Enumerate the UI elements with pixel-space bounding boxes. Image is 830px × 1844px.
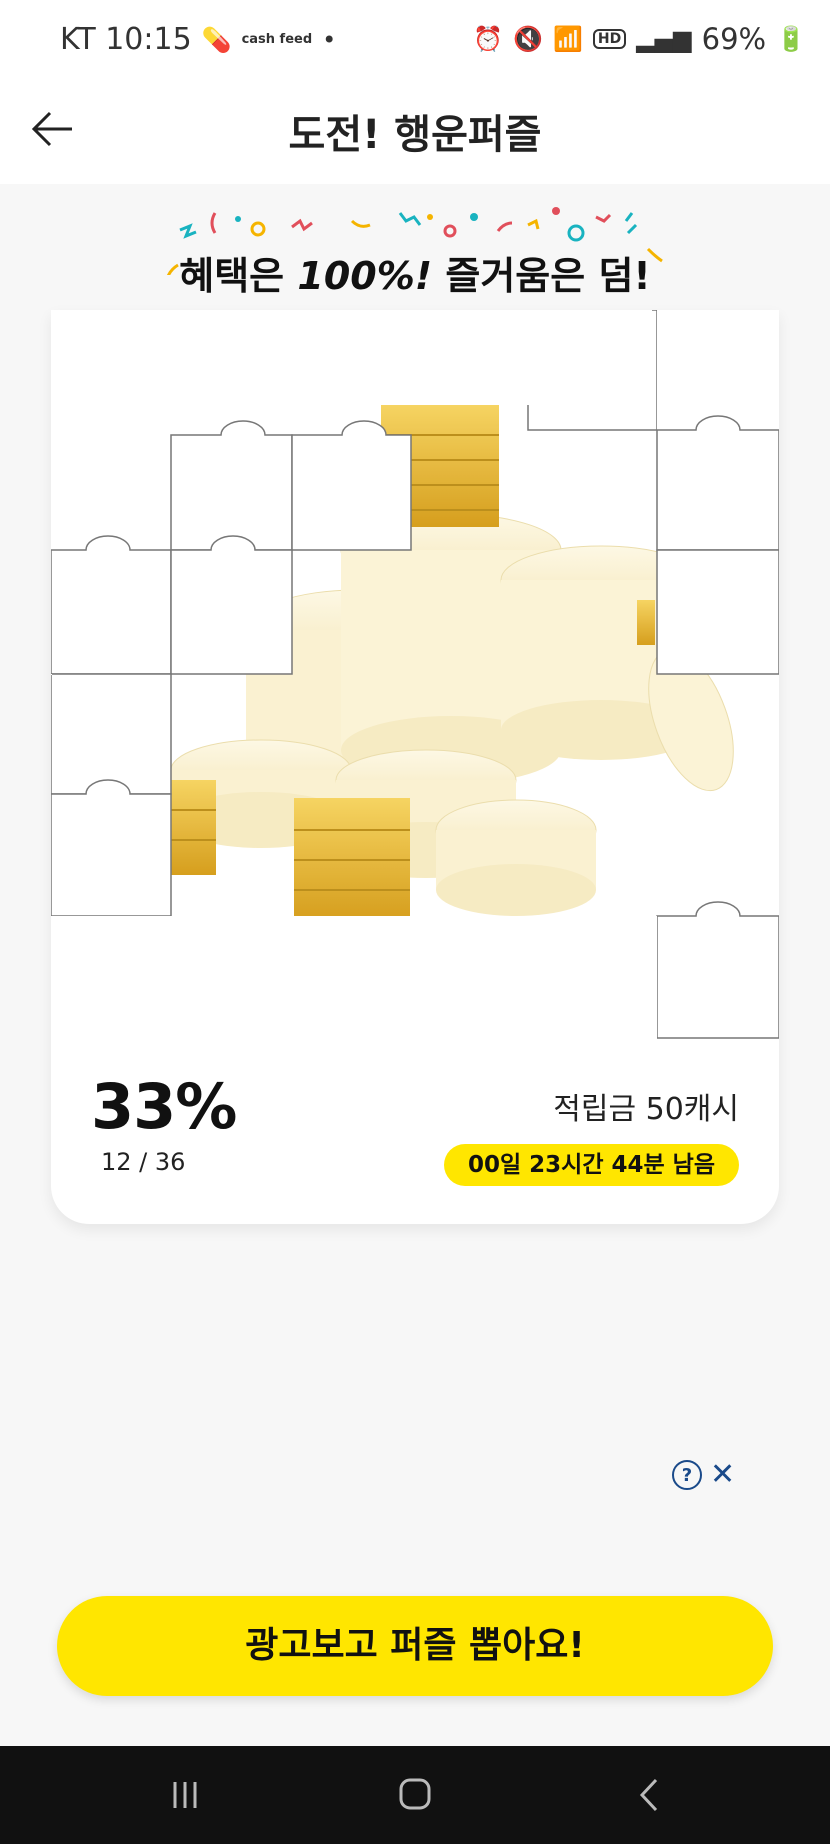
app-bar: 도전! 행운퍼즐 — [0, 84, 830, 184]
banner-text: 혜택은 100%! 즐거움은 덤! — [0, 245, 830, 300]
signal-icon: ▂▄▆ — [636, 25, 692, 53]
puzzle-board — [51, 310, 779, 1040]
battery-icon: 🔋 — [776, 25, 806, 53]
banner-text-1: 혜택은 — [179, 254, 298, 298]
nav-back-button[interactable] — [620, 1770, 680, 1820]
recents-icon — [173, 1782, 197, 1808]
page-title: 도전! 행운퍼즐 — [288, 112, 542, 158]
help-icon[interactable]: ? — [672, 1460, 702, 1490]
system-nav-bar — [0, 1746, 830, 1844]
promo-banner: 혜택은 100%! 즐거움은 덤! — [0, 205, 830, 298]
banner-text-2: 100%! — [297, 254, 433, 298]
home-icon — [399, 1778, 431, 1810]
completion-percent: 33% — [91, 1070, 237, 1143]
close-icon[interactable]: ✕ — [710, 1460, 735, 1490]
status-left: KT 10:15 💊 cash feed • — [60, 22, 336, 57]
watch-ad-draw-puzzle-button[interactable]: 광고보고 퍼즐 뽑아요! — [57, 1596, 773, 1696]
puzzle-image — [51, 310, 779, 1040]
mute-icon: 🔇 — [513, 25, 544, 53]
recents-button[interactable] — [155, 1770, 215, 1820]
status-bar: KT 10:15 💊 cash feed • ⏰ 🔇 📶 HD ▂▄▆ 69% … — [0, 0, 830, 84]
home-button[interactable] — [385, 1770, 445, 1820]
pill-icon: 💊 — [201, 25, 232, 54]
battery-level: 69% — [701, 22, 767, 56]
status-right: ⏰ 🔇 📶 HD ▂▄▆ 69% 🔋 — [473, 22, 806, 56]
banner-text-4: 덤! — [598, 254, 651, 298]
ad-controls: ? ✕ — [672, 1460, 735, 1490]
cashfeed-icon: cash feed — [241, 31, 313, 47]
time-remaining-badge: 00일 23시간 44분 남음 — [443, 1144, 739, 1186]
pieces-count: 12 / 36 — [101, 1148, 186, 1176]
wifi-icon: 📶 — [553, 25, 583, 53]
carrier-time: KT 10:15 — [60, 22, 192, 57]
back-icon — [639, 1778, 658, 1812]
hd-icon: HD — [592, 29, 627, 49]
alarm-icon: ⏰ — [473, 25, 504, 53]
reward-amount: 적립금 50캐시 — [553, 1092, 739, 1127]
puzzle-card: 33% 12 / 36 적립금 50캐시 00일 23시간 44분 남음 — [51, 310, 779, 1224]
banner-text-3: 즐거움은 — [432, 254, 599, 298]
dot-icon: • — [322, 25, 337, 54]
